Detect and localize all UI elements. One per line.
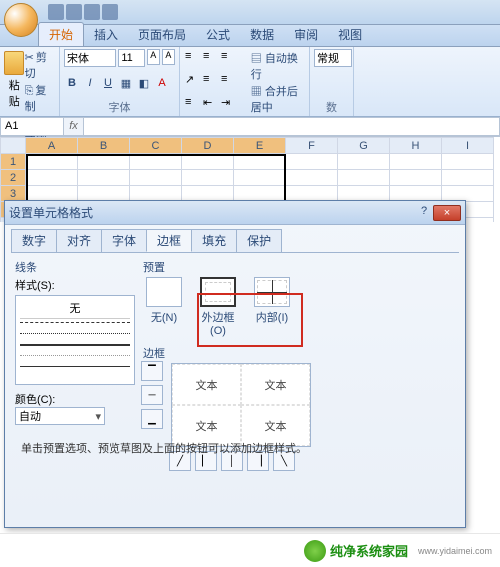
preview-cell: 文本 <box>241 364 310 405</box>
align-middle-button[interactable]: ≡ <box>202 49 218 63</box>
font-group-label: 字体 <box>64 99 175 116</box>
copy-button[interactable]: 复制 <box>25 82 55 114</box>
preset-none-button[interactable]: 无(N) <box>143 277 185 337</box>
dialog-tabs: 数字 对齐 字体 边框 填充 保护 <box>5 225 465 252</box>
col-header[interactable]: E <box>234 138 286 154</box>
dialog-titlebar[interactable]: 设置单元格格式 ? × <box>5 201 465 225</box>
align-center-button[interactable]: ≡ <box>220 72 236 86</box>
col-header[interactable]: F <box>286 138 338 154</box>
ribbon: 粘贴 剪切 复制 格式刷 剪贴板 宋体 11 A A B I U ▦ ◧ A 字… <box>0 47 500 117</box>
line-style-list[interactable]: 无 <box>15 295 135 385</box>
underline-button[interactable]: U <box>100 76 116 92</box>
border-preview[interactable]: 文本 文本 文本 文本 <box>171 363 311 447</box>
tab-home[interactable]: 开始 <box>38 22 84 46</box>
tab-insert[interactable]: 插入 <box>84 23 128 46</box>
orientation-button[interactable]: ↗ <box>184 72 200 86</box>
font-name-combo[interactable]: 宋体 <box>64 49 116 67</box>
col-header[interactable]: D <box>182 138 234 154</box>
highlight-annotation <box>197 293 303 347</box>
tab-review[interactable]: 审阅 <box>284 23 328 46</box>
col-header[interactable]: A <box>26 138 78 154</box>
line-color-combo[interactable]: 自动 <box>15 407 105 425</box>
border-bottom-button[interactable]: ▁ <box>141 409 163 429</box>
col-header[interactable]: B <box>78 138 130 154</box>
tab-formula[interactable]: 公式 <box>196 23 240 46</box>
paste-label: 粘贴 <box>4 77 25 109</box>
tab-view[interactable]: 视图 <box>328 23 372 46</box>
select-all-corner[interactable] <box>1 138 26 154</box>
quick-access-toolbar <box>48 4 118 20</box>
font-size-combo[interactable]: 11 <box>118 49 144 67</box>
fx-icon[interactable]: fx <box>64 117 84 136</box>
border-button[interactable]: ▦ <box>118 76 134 92</box>
number-group-label: 数 <box>314 99 349 116</box>
border-top-button[interactable]: ▔ <box>141 361 163 381</box>
row-header[interactable]: 2 <box>1 170 26 186</box>
formula-input[interactable] <box>84 117 500 136</box>
dlg-tab-number[interactable]: 数字 <box>11 229 57 252</box>
save-icon[interactable] <box>48 4 64 20</box>
qat-more-icon[interactable] <box>102 4 118 20</box>
col-header[interactable]: C <box>130 138 182 154</box>
indent-inc-button[interactable]: ⇥ <box>220 95 236 109</box>
fill-color-button[interactable]: ◧ <box>136 76 152 92</box>
office-button[interactable] <box>4 3 38 37</box>
dlg-tab-fill[interactable]: 填充 <box>191 229 237 252</box>
align-left-button[interactable]: ≡ <box>202 72 218 86</box>
dlg-tab-align[interactable]: 对齐 <box>56 229 102 252</box>
col-header[interactable]: G <box>338 138 390 154</box>
group-font: 宋体 11 A A B I U ▦ ◧ A 字体 <box>60 47 180 116</box>
ribbon-tabs: 开始 插入 页面布局 公式 数据 审阅 视图 <box>0 25 500 47</box>
dialog-body: 线条 样式(S): 无 颜色(C): 自动 预置 无(N) <box>11 252 459 482</box>
group-alignment: ≡ ≡ ≡ ↗ ≡ ≡ ≡ ⇤ ⇥ ▤ 自动换行 ▦ 合并后居中 对齐方式 <box>180 47 310 116</box>
line-style-none[interactable]: 无 <box>20 298 130 319</box>
dlg-tab-border[interactable]: 边框 <box>146 229 192 252</box>
cut-button[interactable]: 剪切 <box>25 49 55 81</box>
grow-font-button[interactable]: A <box>147 49 160 65</box>
color-auto-text: 自动 <box>19 408 41 424</box>
preset-section-label: 预置 <box>143 259 455 275</box>
bold-button[interactable]: B <box>64 76 80 92</box>
number-format-combo[interactable]: 常规 <box>314 49 352 67</box>
font-color-button[interactable]: A <box>154 76 170 92</box>
name-box[interactable]: A1 <box>0 117 64 136</box>
col-header[interactable]: H <box>390 138 442 154</box>
dialog-help-button[interactable]: ? <box>415 205 433 221</box>
dialog-close-button[interactable]: × <box>433 205 461 221</box>
group-number: 常规 数 <box>310 47 354 116</box>
undo-icon[interactable] <box>66 4 82 20</box>
border-hmid-button[interactable]: ─ <box>141 385 163 405</box>
align-top-button[interactable]: ≡ <box>184 49 200 63</box>
align-right-button[interactable]: ≡ <box>184 95 200 109</box>
preview-cell: 文本 <box>172 364 241 405</box>
tab-layout[interactable]: 页面布局 <box>128 23 196 46</box>
footer-logo-icon <box>304 540 326 562</box>
page-footer: 纯净系统家园 www.yidaimei.com <box>0 533 500 567</box>
format-cells-dialog: 设置单元格格式 ? × 数字 对齐 字体 边框 填充 保护 线条 样式(S): … <box>4 200 466 528</box>
align-bottom-button[interactable]: ≡ <box>220 49 236 63</box>
line-section-label: 线条 <box>15 259 135 275</box>
tab-data[interactable]: 数据 <box>240 23 284 46</box>
merge-center-button[interactable]: ▦ 合并后居中 <box>251 83 305 115</box>
col-header[interactable]: I <box>442 138 494 154</box>
style-label: 样式(S): <box>15 277 135 293</box>
group-clipboard: 粘贴 剪切 复制 格式刷 剪贴板 <box>0 47 60 116</box>
color-label: 颜色(C): <box>15 391 135 407</box>
formula-bar: A1 fx <box>0 117 500 137</box>
italic-button[interactable]: I <box>82 76 98 92</box>
shrink-font-button[interactable]: A <box>162 49 175 65</box>
indent-dec-button[interactable]: ⇤ <box>202 95 218 109</box>
footer-url: www.yidaimei.com <box>418 546 492 556</box>
footer-brand: 纯净系统家园 <box>330 541 408 560</box>
wrap-text-button[interactable]: ▤ 自动换行 <box>251 50 305 82</box>
dlg-tab-protect[interactable]: 保护 <box>236 229 282 252</box>
dialog-title: 设置单元格格式 <box>9 204 93 221</box>
border-section-label: 边框 <box>143 345 455 361</box>
paste-icon <box>4 51 24 75</box>
redo-icon[interactable] <box>84 4 100 20</box>
dlg-tab-font[interactable]: 字体 <box>101 229 147 252</box>
dialog-hint-text: 单击预置选项、预览草图及上面的按钮可以添加边框样式。 <box>21 440 307 456</box>
row-header[interactable]: 1 <box>1 154 26 170</box>
